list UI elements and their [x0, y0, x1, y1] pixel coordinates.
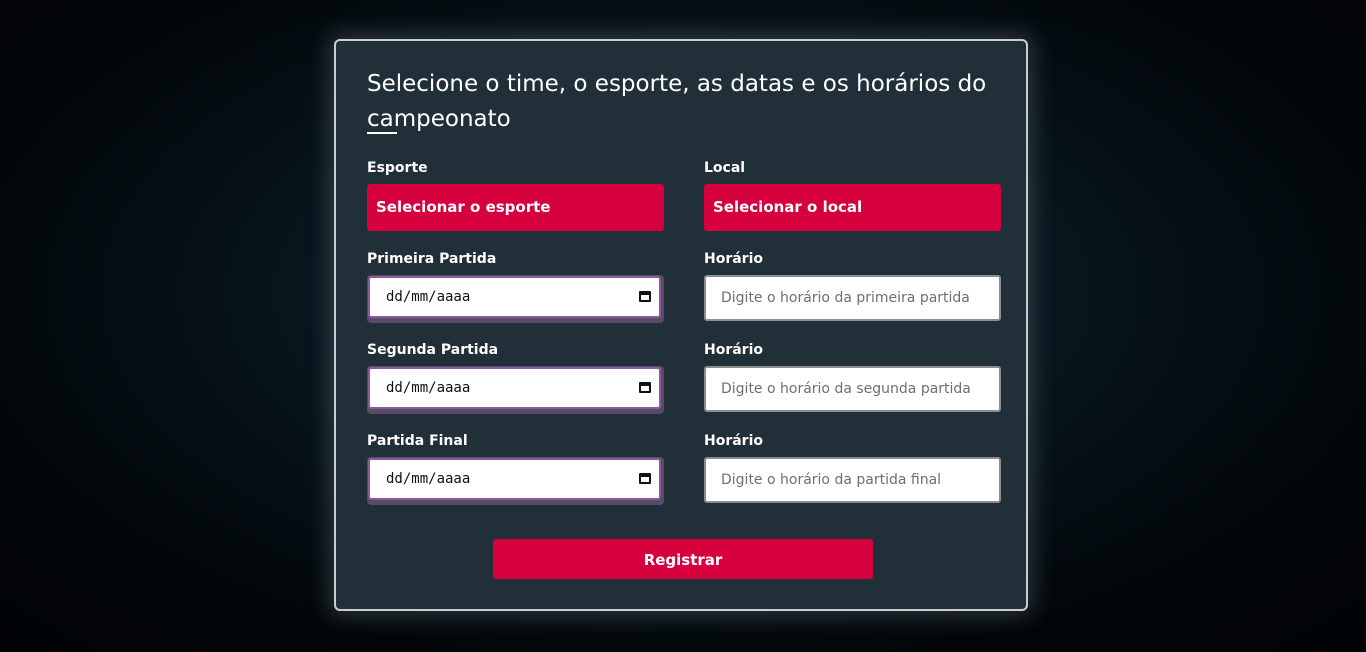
calendar-icon[interactable] [639, 473, 651, 484]
horario-primeira-label: Horário [704, 251, 764, 267]
esporte-label: Esporte [367, 160, 428, 176]
date-format-text: dd/mm/aaaa [386, 380, 471, 396]
championship-form-card: Selecione o time, o esporte, as datas e … [334, 39, 1028, 611]
form-title: Selecione o time, o esporte, as datas e … [367, 71, 987, 132]
horario-final-input[interactable] [704, 457, 1001, 503]
primeira-partida-date-wrapper: dd/mm/aaaa [367, 275, 664, 323]
primeira-partida-label: Primeira Partida [367, 251, 497, 267]
title-underline-decoration [367, 132, 397, 134]
horario-segunda-label: Horário [704, 342, 764, 358]
horario-final-label: Horário [704, 433, 764, 449]
segunda-partida-label: Segunda Partida [367, 342, 499, 358]
select-local-button[interactable]: Selecionar o local [704, 184, 1001, 231]
segunda-partida-date-input[interactable]: dd/mm/aaaa [368, 367, 661, 409]
partida-final-label: Partida Final [367, 433, 468, 449]
primeira-partida-date-input[interactable]: dd/mm/aaaa [368, 276, 661, 318]
date-format-text: dd/mm/aaaa [386, 471, 471, 487]
calendar-icon[interactable] [639, 382, 651, 393]
select-esporte-button[interactable]: Selecionar o esporte [367, 184, 664, 231]
registrar-button[interactable]: Registrar [493, 539, 873, 579]
horario-segunda-input[interactable] [704, 366, 1001, 412]
date-format-text: dd/mm/aaaa [386, 289, 471, 305]
segunda-partida-date-wrapper: dd/mm/aaaa [367, 366, 664, 414]
horario-primeira-input[interactable] [704, 275, 1001, 321]
partida-final-date-input[interactable]: dd/mm/aaaa [368, 458, 661, 500]
calendar-icon[interactable] [639, 291, 651, 302]
partida-final-date-wrapper: dd/mm/aaaa [367, 457, 664, 505]
local-label: Local [704, 160, 746, 176]
